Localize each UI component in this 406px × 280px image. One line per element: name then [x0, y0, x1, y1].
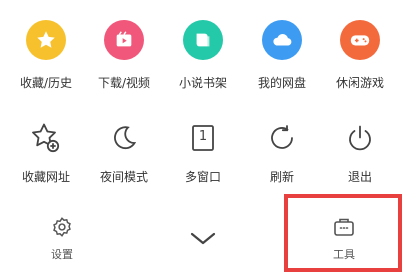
shortcut-label: 我的网盘: [257, 76, 306, 90]
book-icon: [183, 20, 223, 60]
shortcut-label: 下载/视频: [97, 76, 151, 90]
shortcut-novel-shelf[interactable]: 小说书架: [162, 20, 244, 91]
shortcut-favorites-history[interactable]: 收藏/历史: [5, 20, 87, 91]
cloud-icon: [262, 20, 302, 60]
shortcut-casual-games[interactable]: 休闲游戏: [319, 20, 401, 91]
shortcut-cloud-drive[interactable]: 我的网盘: [241, 20, 323, 91]
shortcut-row-primary: 收藏/历史 下载/视频 小说书架 我的网盘 休闲游戏: [0, 20, 406, 100]
settings-label: 设置: [51, 248, 73, 261]
shortcut-downloads-video[interactable]: 下载/视频: [83, 20, 165, 91]
star-add-icon: [26, 118, 66, 158]
action-label: 夜间模式: [99, 170, 148, 184]
settings-button[interactable]: 设置: [40, 216, 84, 262]
window-count-icon: 1: [183, 118, 223, 158]
action-label: 退出: [347, 170, 372, 184]
window-count: 1: [198, 129, 208, 144]
action-refresh[interactable]: 刷新: [241, 118, 323, 185]
action-exit[interactable]: 退出: [319, 118, 401, 185]
moon-icon: [104, 118, 144, 158]
action-label: 刷新: [269, 170, 294, 184]
action-night-mode[interactable]: 夜间模式: [83, 118, 165, 185]
shortcut-label: 收藏/历史: [19, 76, 73, 90]
refresh-icon: [262, 118, 302, 158]
action-bookmark-url[interactable]: 收藏网址: [5, 118, 87, 185]
power-icon: [340, 118, 380, 158]
download-video-icon: [104, 20, 144, 60]
panel-top: [0, 0, 406, 8]
shortcut-label: 休闲游戏: [335, 76, 384, 90]
shortcut-label: 小说书架: [178, 76, 227, 90]
action-multi-window[interactable]: 1 多窗口: [162, 118, 244, 185]
star-icon: [26, 20, 66, 60]
tools-highlight-box: [284, 194, 402, 272]
gear-icon: [53, 217, 71, 237]
action-row-secondary: 收藏网址 夜间模式 1 多窗口 刷新 退出: [0, 118, 406, 188]
chevron-down-icon[interactable]: [189, 230, 217, 246]
action-label: 收藏网址: [21, 170, 70, 184]
action-label: 多窗口: [184, 170, 221, 184]
gamepad-icon: [340, 20, 380, 60]
